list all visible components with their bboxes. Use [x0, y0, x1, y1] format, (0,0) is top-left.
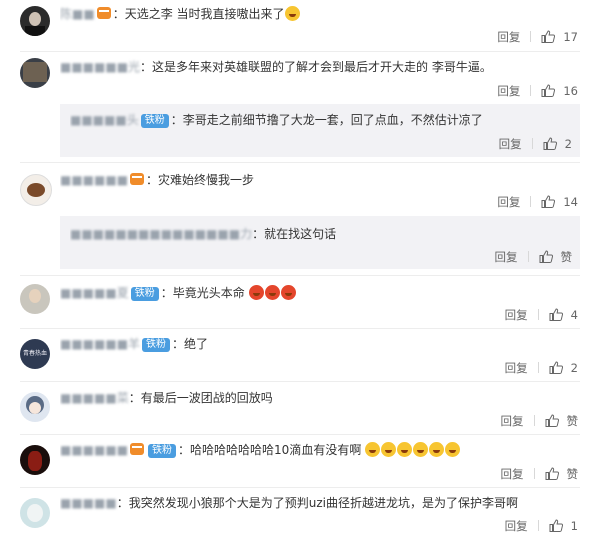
- avatar[interactable]: [20, 58, 50, 88]
- laughing-emoji-icon: [284, 6, 300, 21]
- laughing-emoji-icon: [445, 442, 461, 457]
- avatar[interactable]: [20, 392, 50, 422]
- fan-badge: 铁粉: [148, 444, 177, 458]
- sub-reply: ■■■■■■■■■■■■■■■力：就在找这句话 回复赞: [60, 216, 580, 269]
- vip-crown-icon: [96, 7, 111, 19]
- comment-text: 绝了: [184, 337, 209, 351]
- thumbs-up-icon[interactable]: [545, 414, 559, 427]
- like-count[interactable]: 2: [571, 360, 578, 376]
- user-name[interactable]: ■■■■■夏: [60, 286, 129, 300]
- comment-text: 就在找这句话: [264, 227, 337, 241]
- fan-badge: 铁粉: [140, 114, 169, 128]
- like-count[interactable]: 1: [571, 518, 578, 534]
- user-name[interactable]: ■■■■■■■■■■■■■■■力: [70, 227, 252, 241]
- user-name[interactable]: ■■■■■菜: [60, 391, 129, 405]
- reply-button[interactable]: 回复: [505, 518, 528, 534]
- reply-button[interactable]: 回复: [505, 360, 528, 376]
- comment-item: 青春热血 ■■■■■■羊 铁粉 ：绝了 回复 2: [0, 329, 590, 381]
- comment-actions: 回复 1: [505, 517, 578, 534]
- comment-item: ■■■■■■ 铁粉 ：哈哈哈哈哈哈哈10滴血有没有啊 回复赞: [0, 435, 590, 487]
- avatar[interactable]: [20, 6, 50, 36]
- reply-button[interactable]: 回复: [499, 136, 522, 152]
- thumbs-up-icon[interactable]: [539, 250, 553, 263]
- angry-face-emoji-icon: [264, 285, 280, 300]
- angry-face-emoji-icon: [280, 285, 296, 300]
- like-button[interactable]: 赞: [567, 413, 579, 429]
- reply-button[interactable]: 回复: [505, 307, 528, 323]
- comment-item: ■■■■■夏 铁粉 ：毕竟光头本命 回复 4: [0, 276, 590, 328]
- comment-text: 我突然发现小狼那个大是为了预判uzi曲径折越进龙坑，是为了保护李哥啊: [128, 496, 518, 510]
- avatar[interactable]: [20, 498, 50, 528]
- laughing-emoji-icon: [397, 442, 413, 457]
- laughing-emoji-icon: [429, 442, 445, 457]
- like-button[interactable]: 赞: [567, 466, 579, 482]
- like-count[interactable]: 17: [563, 29, 578, 45]
- thumbs-up-icon[interactable]: [545, 467, 559, 480]
- comment-item: ■■■■■菜：有最后一波团战的回放吗 回复赞: [0, 382, 590, 434]
- comment-actions: 回复 2: [499, 135, 572, 152]
- comment-item: ■■■■■■光：这是多年来对英雄联盟的了解才会到最后才开大走的 李哥牛逼。 回复…: [0, 52, 590, 162]
- user-name[interactable]: ■■■■■: [60, 496, 117, 510]
- avatar[interactable]: [20, 284, 50, 314]
- thumbs-up-icon[interactable]: [541, 30, 555, 43]
- thumbs-up-icon[interactable]: [541, 84, 555, 97]
- comment-text: 哈哈哈哈哈哈哈10滴血有没有啊: [190, 443, 362, 457]
- comment-text: 灾难始终慢我一步: [158, 173, 255, 187]
- avatar[interactable]: 青春热血: [20, 339, 50, 369]
- like-count[interactable]: 2: [565, 136, 572, 152]
- reply-button[interactable]: 回复: [497, 83, 520, 99]
- laughing-emoji-icon: [381, 442, 397, 457]
- comment-text: 毕竟光头本命: [172, 286, 245, 300]
- thumbs-up-icon[interactable]: [543, 137, 557, 150]
- sub-reply: ■■■■■头 铁粉 ：李哥走之前细节撸了大龙一套，回了点血，不然估计凉了 回复 2: [60, 104, 580, 157]
- comment-actions: 回复 4: [505, 306, 578, 323]
- reply-button[interactable]: 回复: [497, 29, 520, 45]
- reply-button[interactable]: 回复: [497, 194, 520, 210]
- user-name[interactable]: ■■■■■■: [60, 173, 128, 187]
- user-name[interactable]: 陈■■: [60, 7, 95, 21]
- comment-text: 天选之李 当时我直接嗷出来了: [124, 7, 285, 21]
- comment-actions: 回复 14: [497, 193, 578, 210]
- like-button[interactable]: 赞: [561, 249, 573, 265]
- comment-actions: 回复 17: [497, 28, 578, 45]
- fan-badge: 铁粉: [142, 338, 171, 352]
- avatar-text: 青春热血: [22, 350, 47, 357]
- vip-crown-icon: [130, 173, 145, 185]
- comment-actions: 回复 赞: [501, 412, 579, 429]
- fan-badge: 铁粉: [130, 287, 159, 301]
- comment-text: 李哥走之前细节撸了大龙一套，回了点血，不然估计凉了: [182, 113, 483, 127]
- thumbs-up-icon[interactable]: [549, 361, 563, 374]
- laughing-emoji-icon: [413, 442, 429, 457]
- vip-crown-icon: [130, 443, 145, 455]
- user-name[interactable]: ■■■■■■: [60, 443, 128, 457]
- thumbs-up-icon[interactable]: [549, 308, 563, 321]
- like-count[interactable]: 16: [563, 83, 578, 99]
- reply-button[interactable]: 回复: [501, 413, 524, 429]
- laughing-emoji-icon: [365, 442, 381, 457]
- reply-button[interactable]: 回复: [495, 249, 518, 265]
- comment-item: ■■■■■■ ：灾难始终慢我一步 回复 14 ■■■■■■■■■■■■■■■力：就在…: [0, 163, 590, 275]
- user-name[interactable]: ■■■■■■羊: [60, 337, 140, 351]
- comment-item: 陈■■ ：天选之李 当时我直接嗷出来了 回复 17: [0, 0, 590, 52]
- comment-text: 这是多年来对英雄联盟的了解才会到最后才开大走的 李哥牛逼。: [152, 60, 492, 74]
- comment-text: 有最后一波团战的回放吗: [140, 391, 273, 405]
- avatar[interactable]: [20, 445, 50, 475]
- like-count[interactable]: 14: [563, 194, 578, 210]
- comment-actions: 回复 2: [505, 359, 578, 376]
- thumbs-up-icon[interactable]: [549, 519, 563, 532]
- comment-actions: 回复 赞: [495, 248, 573, 265]
- comment-actions: 回复 赞: [501, 465, 579, 482]
- angry-face-emoji-icon: [248, 285, 264, 300]
- thumbs-up-icon[interactable]: [541, 195, 555, 208]
- user-name[interactable]: ■■■■■■光: [60, 60, 140, 74]
- comment-actions: 回复 16: [497, 82, 578, 99]
- like-count[interactable]: 4: [571, 307, 578, 323]
- comment-item: ■■■■■：我突然发现小狼那个大是为了预判uzi曲径折越进龙坑，是为了保护李哥啊…: [0, 488, 590, 540]
- avatar[interactable]: [20, 174, 52, 206]
- reply-button[interactable]: 回复: [501, 466, 524, 482]
- user-name[interactable]: ■■■■■头: [70, 113, 139, 127]
